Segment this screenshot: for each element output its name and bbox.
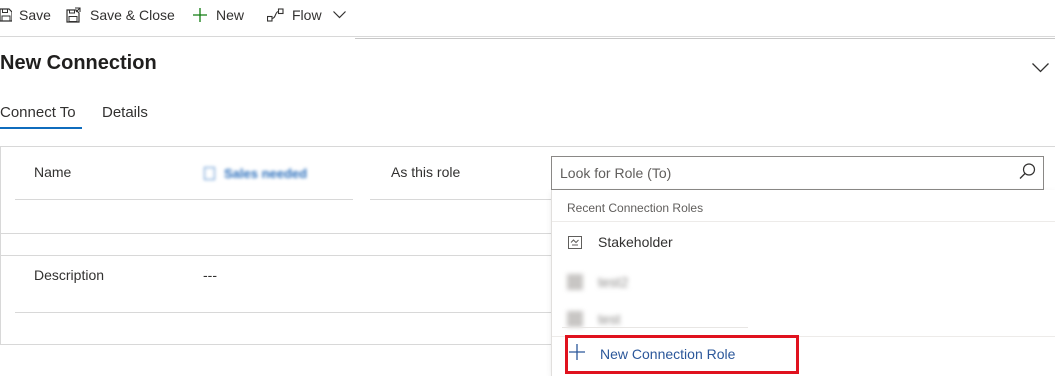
lookup-search-button[interactable] bbox=[1011, 157, 1043, 189]
section-divider-2 bbox=[0, 255, 551, 256]
save-label: Save bbox=[19, 7, 51, 23]
new-button[interactable]: New bbox=[192, 0, 244, 30]
flow-label: Flow bbox=[292, 7, 322, 23]
section-border-bottom bbox=[0, 344, 551, 345]
save-icon bbox=[0, 8, 12, 22]
connection-role-icon bbox=[567, 234, 583, 250]
lookup-result-label: test bbox=[598, 311, 621, 327]
plus-icon bbox=[192, 7, 208, 23]
name-row-divider bbox=[15, 199, 353, 200]
role-lookup-input[interactable] bbox=[552, 157, 1011, 189]
section-divider bbox=[0, 233, 551, 234]
flyout-divider bbox=[552, 221, 1055, 222]
name-value: Sales needed bbox=[224, 166, 308, 181]
description-label: Description bbox=[34, 267, 105, 283]
record-icon bbox=[204, 167, 215, 180]
save-button[interactable]: Save bbox=[0, 0, 51, 30]
flow-dropdown-button[interactable] bbox=[333, 0, 346, 30]
tab-connect-to[interactable]: Connect To bbox=[0, 104, 76, 121]
section-border-top bbox=[0, 146, 1055, 147]
role-label: As this role bbox=[391, 164, 461, 180]
command-bar: Save Save & Close New Flow bbox=[0, 0, 1055, 36]
section-border-left bbox=[0, 146, 1, 344]
connection-role-icon bbox=[567, 274, 583, 290]
search-icon bbox=[1019, 163, 1036, 183]
role-lookup-field[interactable] bbox=[551, 156, 1044, 190]
flyout-divider bbox=[562, 327, 748, 328]
chevron-down-icon bbox=[333, 11, 346, 19]
save-close-button[interactable]: Save & Close bbox=[66, 0, 175, 30]
highlight-box bbox=[565, 335, 799, 374]
role-row-divider bbox=[370, 199, 551, 200]
collapse-header-button[interactable] bbox=[1032, 60, 1049, 76]
toolbar-divider bbox=[0, 36, 1055, 37]
lookup-result-label: Stakeholder bbox=[598, 234, 673, 250]
name-label: Name bbox=[34, 164, 72, 180]
lookup-result-item[interactable]: Stakeholder bbox=[567, 234, 673, 250]
save-close-icon bbox=[66, 7, 82, 23]
tab-details[interactable]: Details bbox=[102, 104, 148, 121]
lookup-result-item[interactable]: test bbox=[567, 311, 621, 327]
name-value-link[interactable]: Sales needed bbox=[204, 166, 307, 181]
flow-icon bbox=[267, 8, 284, 22]
new-label: New bbox=[216, 7, 245, 23]
active-tab-indicator bbox=[0, 127, 82, 129]
save-close-label: Save & Close bbox=[90, 7, 175, 23]
lookup-result-item[interactable]: test2 bbox=[567, 274, 628, 290]
recent-roles-header: Recent Connection Roles bbox=[567, 201, 704, 215]
description-value: --- bbox=[203, 267, 217, 283]
description-row-divider bbox=[15, 312, 551, 313]
lookup-result-label: test2 bbox=[598, 274, 629, 290]
connection-role-icon bbox=[567, 311, 583, 327]
flow-button[interactable]: Flow bbox=[267, 0, 322, 30]
toolbar-divider-secondary bbox=[355, 38, 1055, 39]
form-title: New Connection bbox=[0, 52, 157, 74]
chevron-down-icon bbox=[1032, 60, 1049, 76]
